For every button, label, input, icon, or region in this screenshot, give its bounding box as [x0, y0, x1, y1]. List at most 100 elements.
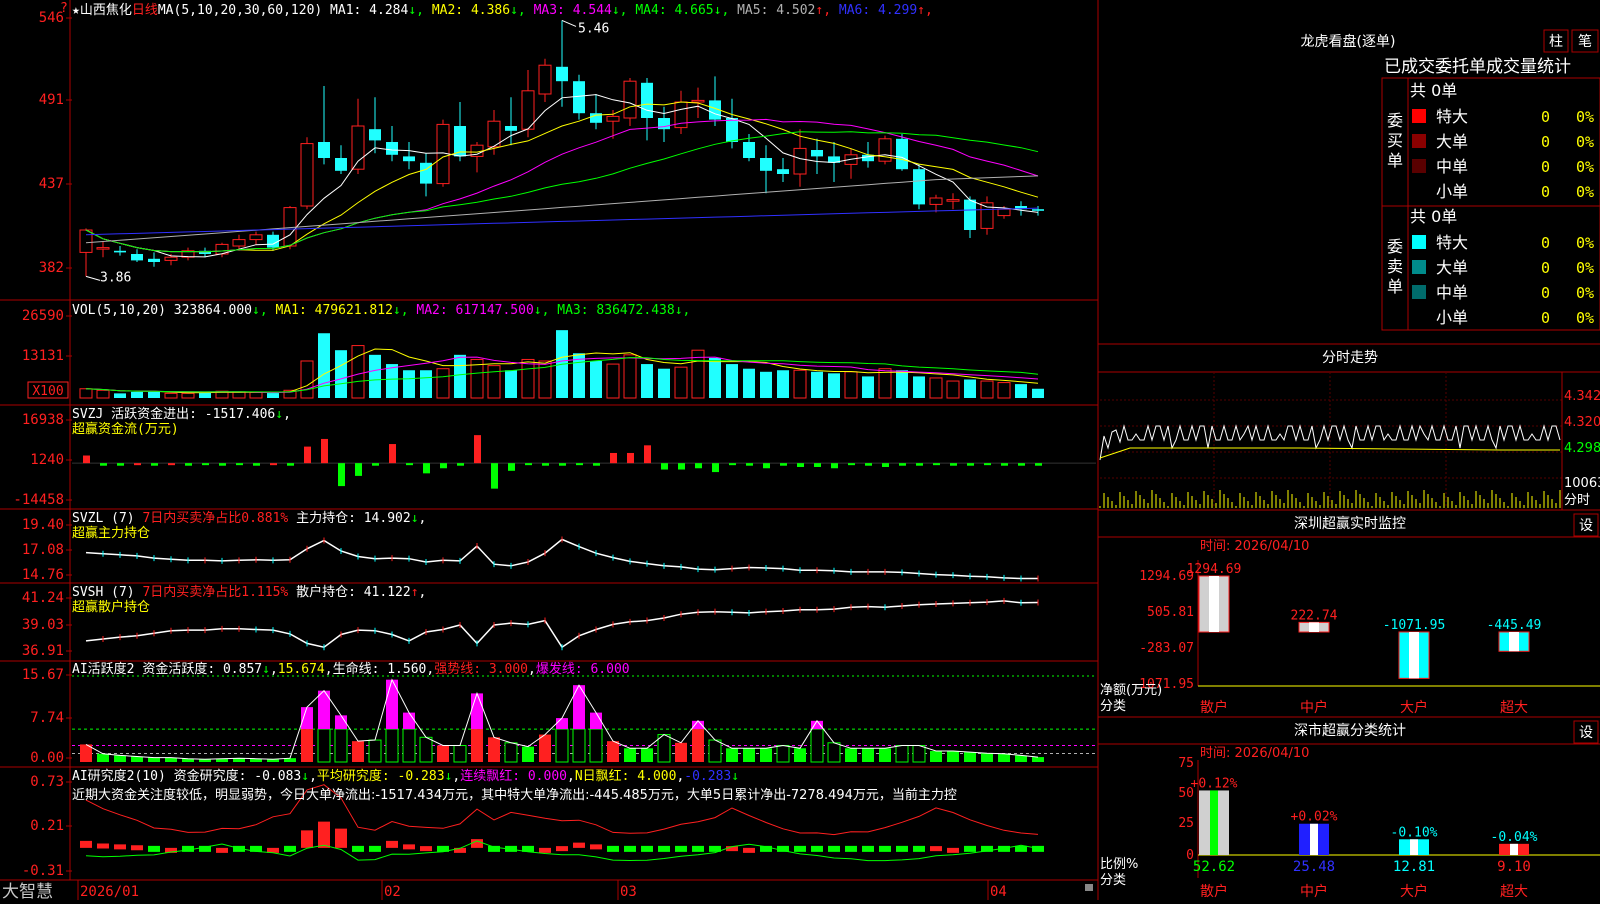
sz-cat-label: 分类: [1100, 699, 1126, 714]
header-part: ↓,: [408, 3, 431, 18]
legend-swatch: [1412, 285, 1426, 299]
volume-bar: [436, 368, 450, 399]
row-count: 0: [1541, 108, 1550, 126]
cls-value-label: 9.10: [1497, 859, 1531, 875]
cls-y-label: 75: [1178, 756, 1194, 771]
header-part: ,: [283, 407, 291, 422]
candle-body: [726, 118, 738, 142]
sz-value-label: 222.74: [1291, 608, 1338, 623]
research-bar: [573, 842, 585, 848]
flow-bar: [83, 455, 90, 464]
flow-bar: [372, 463, 379, 466]
row-name: 小单: [1436, 182, 1468, 201]
sz-category-label: 散户: [1200, 699, 1228, 716]
volume-bar: [793, 369, 807, 399]
row-count: 0: [1541, 309, 1550, 327]
chart-canvas[interactable]: 5464914373822659013131X100169381240-1445…: [0, 0, 1600, 902]
row-pct: 0%: [1576, 183, 1594, 201]
flow-bar: [355, 463, 362, 476]
row-name: 大单: [1436, 132, 1468, 151]
sz-value-label: 1294.69: [1187, 562, 1242, 577]
sz-category-label: 超大: [1500, 700, 1528, 716]
flow-bar: [440, 463, 447, 469]
header-part: 平均研究度: -0.283: [317, 768, 445, 784]
flow-bar: [695, 463, 702, 469]
header-part: 7日内买卖净占比1.115%: [142, 584, 296, 600]
candle-body: [556, 66, 568, 82]
activity-bar: [148, 757, 160, 762]
activity-bar: [301, 729, 313, 762]
y-axis-label: -0.31: [22, 863, 64, 879]
flow-bar: [287, 463, 294, 466]
tick-title: 分时走势: [1322, 350, 1378, 366]
activity-bar: [743, 748, 755, 762]
y-axis-label: 0.00: [30, 750, 64, 766]
row-pct: 0%: [1576, 259, 1594, 277]
flow-bar: [219, 463, 226, 466]
activity-bar: [97, 753, 109, 762]
low-marker-label: 3.86: [100, 270, 131, 285]
research-bar: [964, 845, 976, 852]
header-text: SVSH (7) 7日内买卖净占比1.115% 散户持仓: 41.122↑,: [72, 584, 426, 600]
cls-category-label: 中户: [1300, 883, 1328, 900]
research-bar: [692, 845, 704, 852]
research-bar: [114, 844, 126, 850]
candle-body: [743, 142, 755, 158]
flow-bar: [100, 463, 107, 466]
volume-bar: [1015, 384, 1027, 398]
header-part: ,: [528, 662, 536, 677]
volume-bar: [335, 350, 347, 398]
research-bar: [743, 847, 755, 853]
volume-bar: [844, 371, 858, 399]
activity-bar: [930, 751, 942, 762]
activity-bar: [641, 748, 653, 762]
y-axis-label: 1240: [30, 452, 64, 468]
flow-bar: [644, 445, 651, 464]
header-part: ↓,: [714, 3, 737, 18]
activity-bar: [539, 734, 551, 762]
cls-value-label: 25.48: [1293, 859, 1335, 875]
activity-bar: [981, 753, 993, 762]
header-part: ,: [452, 769, 460, 784]
candle-body: [164, 256, 178, 261]
header-text: 超赢散户持仓: [72, 599, 150, 615]
activity-bar: [810, 728, 824, 763]
dragon-title: 龙虎看盘(逐单): [1301, 33, 1396, 50]
research-bar: [97, 843, 109, 849]
volume-bar: [114, 393, 126, 398]
candle-body: [283, 207, 297, 247]
candle-body: [114, 250, 126, 253]
legend-swatch: [1412, 159, 1426, 173]
flow-bar: [933, 463, 940, 466]
research-bar: [811, 845, 823, 852]
flow-bar: [474, 435, 481, 464]
y-axis-label: 0.21: [30, 818, 64, 834]
header-part: ↓,: [675, 303, 691, 318]
y-axis-label: 39.03: [22, 617, 64, 633]
activity-bar: [131, 756, 143, 762]
flow-bar: [763, 463, 770, 469]
sz-unit: 净额(万元): [1100, 683, 1162, 698]
candle-body: [929, 197, 943, 205]
cls-bar-highlight: [1410, 839, 1418, 855]
volume-bar: [403, 370, 415, 398]
cls-value-label: 12.81: [1393, 859, 1435, 875]
header-part: ,: [419, 511, 427, 526]
activity-bar: [895, 745, 909, 763]
volume-bar: [590, 360, 602, 398]
volume-bar: [828, 373, 840, 398]
cls-value-label: 52.62: [1193, 859, 1235, 875]
header-part: 15.674: [278, 662, 325, 677]
research-bar: [607, 845, 619, 852]
candle-body: [913, 169, 925, 205]
row-name: 小单: [1436, 308, 1468, 327]
candle-body: [811, 150, 823, 157]
header-part: ,: [567, 769, 575, 784]
research-bar: [148, 845, 160, 852]
cls-category-label: 散户: [1200, 883, 1228, 900]
header-part: N日飘红: 4.000: [575, 768, 677, 784]
activity-bar: [964, 752, 976, 762]
sell-total: 共 0单: [1410, 207, 1457, 226]
header-part: 资金活跃度: 0.857: [142, 661, 262, 677]
research-bar: [828, 845, 840, 852]
